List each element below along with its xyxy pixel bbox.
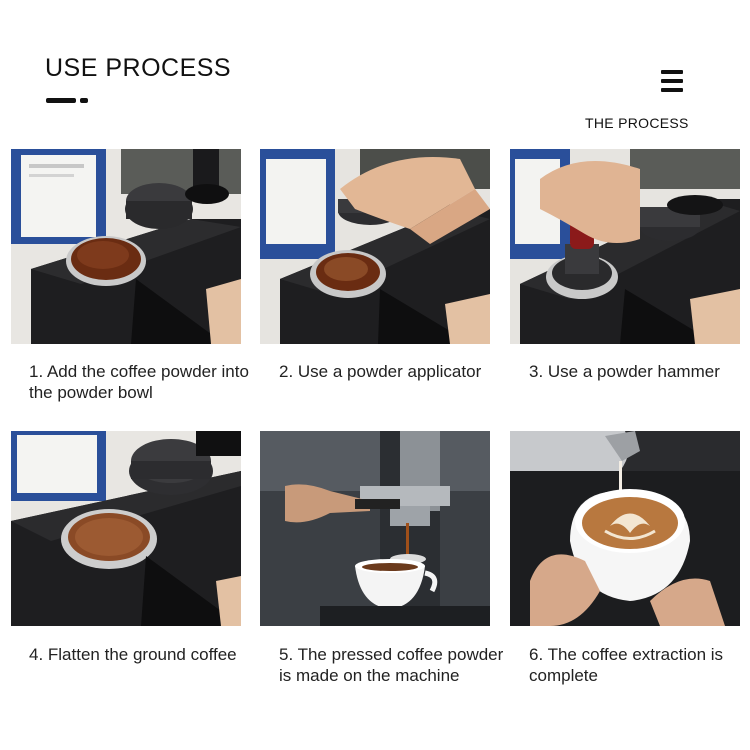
step-1-caption: 1. Add the coffee powder into the powder… [29,362,249,402]
step-6-caption: 6. The coffee extraction is complete [529,645,724,685]
step-4-photo [11,431,241,626]
step-5-caption: 5. The pressed coffee powder is made on … [279,645,504,685]
step-2-caption: 2. Use a powder applicator [279,362,482,381]
step-1-photo [11,149,241,344]
step-3-caption: 3. Use a powder hammer [529,362,720,381]
step-5-photo [260,431,490,626]
page-subtitle: THE PROCESS [585,115,689,131]
step-2-photo [260,149,490,344]
step-3-photo [510,149,740,344]
step-4-caption: 4. Flatten the ground coffee [29,645,237,664]
step-6-photo [510,431,740,626]
menu-icon[interactable] [661,70,683,96]
title-underline [46,98,88,103]
page-title: USE PROCESS [45,54,232,82]
